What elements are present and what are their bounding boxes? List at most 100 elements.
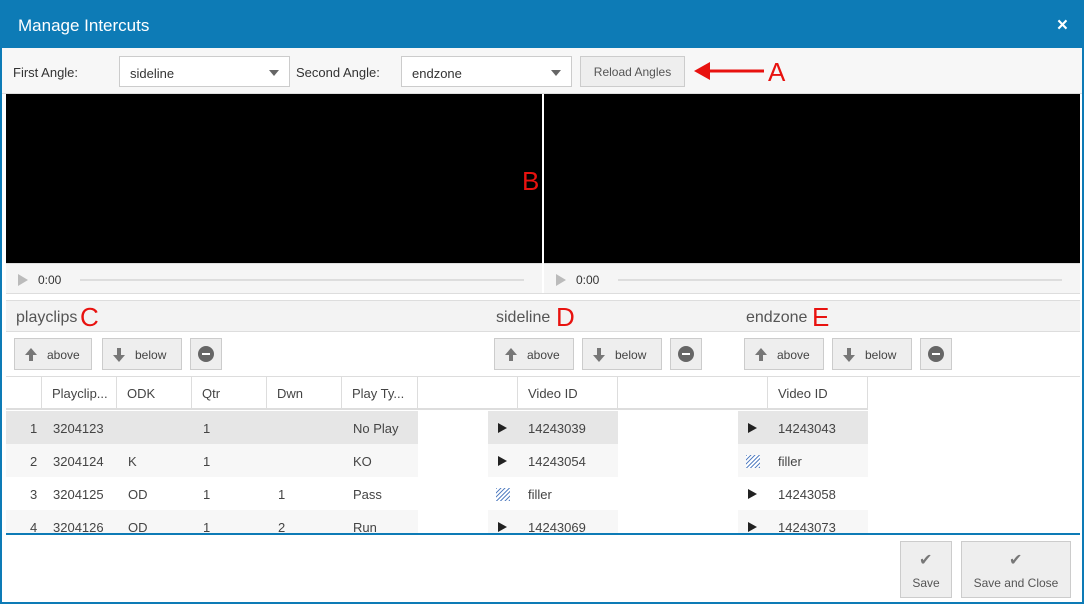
endzone-header-video-id[interactable]: Video ID (768, 377, 868, 410)
remove-icon (198, 346, 214, 362)
play-type-cell: No Play (353, 421, 399, 436)
endzone-video-id: 14243043 (778, 421, 836, 436)
sideline-video-id: 14243069 (528, 520, 586, 533)
sideline-section-title: sideline (496, 309, 551, 326)
table-row[interactable]: 2 3204124 K 1 KO 14243054 filler (6, 444, 1080, 477)
check-icon: ✔ (919, 552, 933, 569)
endzone-below-button[interactable]: below (832, 338, 912, 370)
qtr-cell: 1 (203, 487, 211, 502)
save-and-close-button[interactable]: ✔ Save and Close (961, 541, 1071, 598)
sideline-video-id: 14243039 (528, 421, 586, 436)
second-angle-value: endzone (412, 66, 462, 81)
first-player-time: 0:00 (38, 273, 62, 287)
odk-cell: OD (128, 520, 148, 533)
remove-icon (928, 346, 944, 362)
play-type-cell: Pass (353, 487, 382, 502)
dwn-cell: 1 (278, 487, 286, 502)
second-player-seekbar[interactable] (618, 279, 1062, 281)
above-label: above (777, 348, 810, 362)
manage-intercuts-dialog: Manage Intercuts × First Angle: sideline… (0, 0, 1084, 604)
endzone-remove-button[interactable] (920, 338, 952, 370)
playclips-remove-button[interactable] (190, 338, 222, 370)
arrow-up-icon (505, 348, 517, 355)
table-row[interactable]: 3 3204125 OD 1 1 Pass filler 14243058 (6, 477, 1080, 510)
play-type-cell: KO (353, 454, 372, 469)
table-header-play-type[interactable]: Play Ty... (342, 377, 418, 410)
arrow-up-icon-stem (759, 355, 763, 361)
first-angle-value: sideline (130, 66, 175, 81)
endzone-video-id: filler (778, 454, 802, 469)
reorder-toolbar: above below above below above below (6, 332, 1080, 377)
play-icon[interactable] (556, 274, 566, 286)
annotation-b: B (522, 166, 540, 196)
close-icon[interactable]: × (1057, 15, 1068, 37)
play-icon[interactable] (748, 522, 757, 532)
play-icon[interactable] (748, 423, 757, 433)
second-angle-select[interactable]: endzone (401, 56, 572, 87)
table-row[interactable]: 4 3204126 OD 1 2 Run 14243069 14243073 (6, 510, 1080, 533)
table-row[interactable]: 1 3204123 1 No Play 14243039 14243043 (6, 411, 1080, 444)
row-index: 3 (30, 487, 38, 502)
qtr-cell: 1 (203, 454, 211, 469)
below-label: below (615, 348, 647, 362)
play-icon[interactable] (18, 274, 28, 286)
table-header-qtr[interactable]: Qtr (192, 377, 267, 410)
arrow-down-icon-stem (117, 348, 121, 355)
annotation-e: E (812, 302, 830, 332)
qtr-cell: 1 (203, 520, 211, 533)
dialog-title: Manage Intercuts (18, 16, 150, 35)
endzone-video-id: 14243058 (778, 487, 836, 502)
second-player-controls: 0:00 (544, 263, 1080, 293)
first-angle-video-screen[interactable] (6, 94, 542, 263)
table-header-dwn[interactable]: Dwn (267, 377, 342, 410)
play-icon[interactable] (498, 522, 507, 532)
annotation-a: A (768, 57, 786, 87)
save-button[interactable]: ✔ Save (900, 541, 952, 598)
odk-cell: K (128, 454, 137, 469)
save-and-close-label: Save and Close (973, 576, 1059, 590)
row-index: 1 (30, 421, 38, 436)
arrow-down-icon (113, 355, 125, 362)
sideline-above-button[interactable]: above (494, 338, 574, 370)
arrow-down-icon (843, 355, 855, 362)
annotation-arrow-icon (694, 62, 764, 80)
sideline-remove-button[interactable] (670, 338, 702, 370)
sideline-header-blank (418, 377, 518, 410)
play-icon[interactable] (498, 456, 507, 466)
play-icon[interactable] (748, 489, 757, 499)
remove-icon (678, 346, 694, 362)
second-angle-label: Second Angle: (296, 65, 380, 80)
playclips-below-button[interactable]: below (102, 338, 182, 370)
first-angle-label: First Angle: (13, 65, 79, 80)
dialog-footer: ✔ Save ✔ Save and Close (6, 533, 1080, 602)
play-icon[interactable] (498, 423, 507, 433)
playclip-id: 3204126 (53, 520, 104, 533)
reload-angles-button[interactable]: Reload Angles (580, 56, 685, 87)
second-player-time: 0:00 (576, 273, 600, 287)
playclip-id: 3204124 (53, 454, 104, 469)
arrow-up-icon (755, 348, 767, 355)
qtr-cell: 1 (203, 421, 211, 436)
second-angle-video-screen[interactable] (544, 94, 1080, 263)
sideline-below-button[interactable]: below (582, 338, 662, 370)
video-players: 0:00 0:00 B (6, 94, 1080, 294)
endzone-video-id: 14243073 (778, 520, 836, 533)
playclips-above-button[interactable]: above (14, 338, 92, 370)
sideline-header-video-id[interactable]: Video ID (518, 377, 618, 410)
endzone-above-button[interactable]: above (744, 338, 824, 370)
endzone-section-title: endzone (746, 309, 808, 326)
first-player-seekbar[interactable] (80, 279, 524, 281)
sideline-video-id: 14243054 (528, 454, 586, 469)
arrow-up-icon-stem (29, 355, 33, 361)
table-header-playclip[interactable]: Playclip... (42, 377, 117, 410)
row-index: 4 (30, 520, 38, 533)
below-label: below (865, 348, 897, 362)
table-header-odk[interactable]: ODK (117, 377, 192, 410)
filler-icon (496, 488, 510, 501)
table-header-index (6, 377, 42, 410)
filler-icon (746, 455, 760, 468)
annotation-c: C (80, 302, 99, 332)
first-angle-select[interactable]: sideline (119, 56, 290, 87)
first-player-controls: 0:00 (6, 263, 542, 293)
playclips-section-title: playclips (16, 309, 78, 326)
